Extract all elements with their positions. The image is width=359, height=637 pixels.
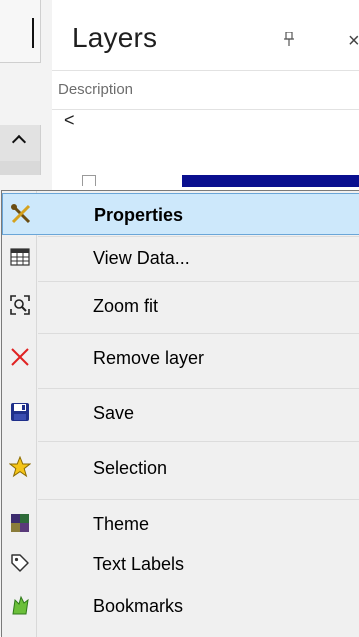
- layer-row[interactable]: [82, 175, 359, 187]
- scroll-left-icon[interactable]: <: [64, 110, 75, 131]
- table-icon: [10, 248, 30, 266]
- floppy-disk-icon: [11, 403, 29, 421]
- wrench-screwdriver-icon: [11, 204, 31, 224]
- tag-icon: [11, 554, 29, 572]
- panel-title: Layers: [72, 22, 158, 53]
- menu-item-view-data[interactable]: View Data...: [2, 237, 359, 279]
- menu-separator: [38, 333, 359, 334]
- menu-item-properties[interactable]: Properties: [2, 193, 359, 235]
- menu-separator: [38, 281, 359, 282]
- menu-item-theme[interactable]: Theme: [2, 503, 359, 545]
- menu-item-selection[interactable]: Selection: [2, 447, 359, 489]
- left-panel-header: [0, 0, 41, 63]
- menu-separator: [38, 388, 359, 389]
- layer-visibility-checkbox[interactable]: [82, 175, 96, 186]
- menu-item-label: Remove layer: [93, 348, 205, 368]
- description-column-header[interactable]: Description: [52, 70, 359, 110]
- menu-item-label: Text Labels: [93, 554, 185, 574]
- menu-item-label: Selection: [93, 458, 168, 478]
- star-icon: [9, 456, 31, 478]
- pin-icon[interactable]: [284, 32, 294, 46]
- theme-palette-icon: [11, 514, 29, 532]
- collapse-up-button[interactable]: [0, 125, 41, 161]
- menu-item-label: Bookmarks: [93, 596, 184, 616]
- menu-item-remove-layer[interactable]: Remove layer: [2, 337, 359, 379]
- menu-separator: [38, 441, 359, 442]
- menu-item-text-labels[interactable]: Text Labels: [2, 543, 359, 585]
- zoom-fit-icon: [10, 295, 30, 315]
- column-header-label: Description: [58, 81, 134, 98]
- menu-item-label: Properties: [94, 205, 184, 225]
- menu-separator: [38, 499, 359, 500]
- menu-item-zoom-fit[interactable]: Zoom fit: [2, 285, 359, 327]
- close-icon[interactable]: ×: [348, 30, 359, 53]
- selected-layer-label[interactable]: [182, 175, 359, 187]
- menu-item-label: Zoom fit: [93, 296, 159, 316]
- menu-item-label: Save: [93, 403, 135, 423]
- context-menu: Properties View Data... Zoom fit Remove …: [1, 190, 359, 637]
- menu-item-label: Theme: [93, 514, 150, 534]
- red-x-icon: [11, 348, 29, 366]
- menu-item-label: View Data...: [93, 248, 190, 268]
- left-scrollbar[interactable]: [0, 161, 41, 175]
- chevron-up-icon: [11, 134, 27, 150]
- menu-item-save[interactable]: Save: [2, 392, 359, 434]
- menu-item-bookmarks[interactable]: Bookmarks: [2, 585, 359, 627]
- bookmark-icon: [12, 595, 29, 615]
